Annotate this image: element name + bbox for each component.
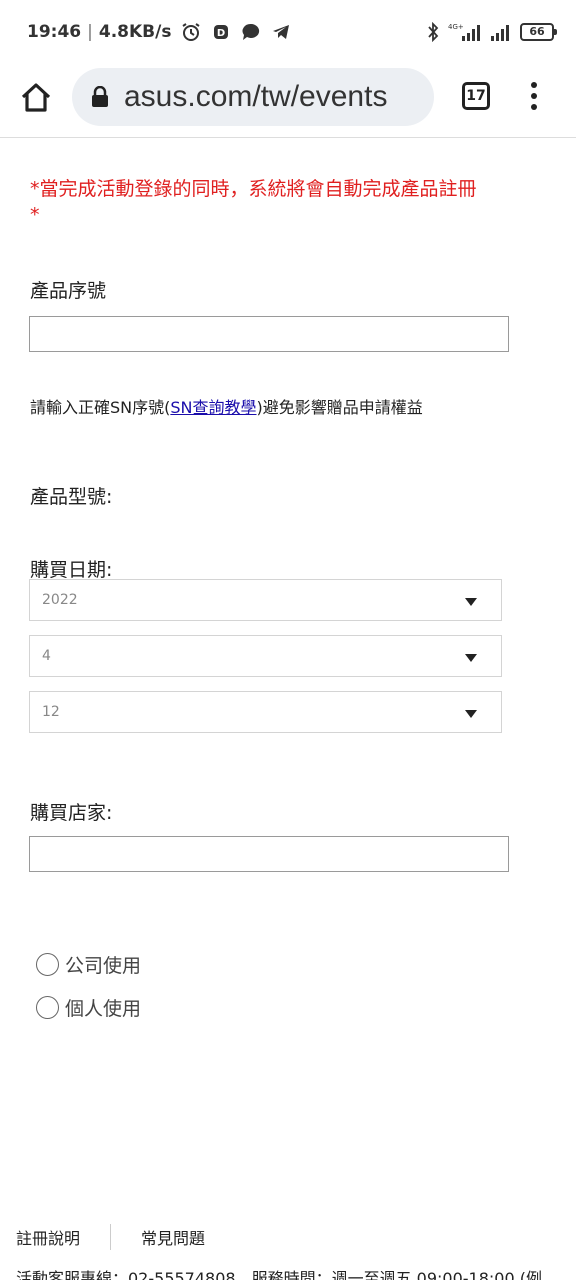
status-separator: | bbox=[87, 22, 93, 42]
notice-line-2: * bbox=[30, 204, 40, 226]
model-label: 產品型號: bbox=[30, 486, 113, 508]
sn-tutorial-link[interactable]: SN查詢教學 bbox=[170, 398, 256, 417]
address-bar[interactable]: asus.com/tw/events bbox=[72, 68, 434, 126]
network-type: 4G+ bbox=[448, 23, 464, 31]
serial-label: 產品序號 bbox=[30, 280, 107, 302]
year-value: 2022 bbox=[42, 592, 78, 608]
signal-icon-2 bbox=[491, 25, 509, 41]
store-input[interactable] bbox=[29, 836, 509, 872]
battery-icon: 66 bbox=[520, 23, 557, 41]
faq-link[interactable]: 常見問題 bbox=[141, 1225, 205, 1249]
usage-option-personal[interactable]: 個人使用 bbox=[36, 994, 141, 1021]
chevron-down-icon bbox=[465, 654, 477, 662]
month-select[interactable]: 4 bbox=[29, 635, 502, 677]
status-right: 4G+ 66 bbox=[426, 22, 557, 42]
status-speed: 4.8KB/s bbox=[98, 22, 172, 42]
radio-button[interactable] bbox=[36, 953, 59, 976]
status-left: 19:46 | 4.8KB/s D bbox=[27, 22, 291, 42]
home-icon[interactable] bbox=[18, 80, 54, 116]
serial-input[interactable] bbox=[29, 316, 509, 352]
radio-button[interactable] bbox=[36, 996, 59, 1019]
chevron-down-icon bbox=[465, 598, 477, 606]
url-text: asus.com/tw/events bbox=[124, 80, 388, 113]
serial-hint: 請輸入正確SN序號(SN查詢教學)避免影響贈品申請權益 bbox=[30, 394, 423, 418]
alarm-icon bbox=[182, 23, 200, 41]
svg-text:D: D bbox=[217, 28, 225, 39]
hint-text-after: )避免影響贈品申請權益 bbox=[256, 398, 423, 417]
bluetooth-icon bbox=[428, 22, 439, 42]
day-value: 12 bbox=[42, 704, 60, 720]
status-time: 19:46 bbox=[27, 22, 82, 42]
usage-option-label: 個人使用 bbox=[65, 998, 142, 1020]
year-select[interactable]: 2022 bbox=[29, 579, 502, 621]
footer-links: 註冊說明 常見問題 bbox=[16, 1224, 205, 1250]
notice-line-1: *當完成活動登錄的同時，系統將會自動完成產品註冊 bbox=[30, 178, 477, 200]
registration-notice: *當完成活動登錄的同時，系統將會自動完成產品註冊 * bbox=[30, 176, 530, 228]
browser-toolbar: asus.com/tw/events 17 bbox=[0, 66, 576, 138]
more-menu-icon[interactable] bbox=[524, 80, 544, 114]
customer-service-info: 活動客服專線：02-55574808，服務時間：週一至週五 09:00-18:0… bbox=[16, 1269, 542, 1280]
store-label: 購買店家: bbox=[30, 802, 113, 824]
usage-option-company[interactable]: 公司使用 bbox=[36, 951, 141, 978]
status-bar: 19:46 | 4.8KB/s D 4G+ 66 bbox=[0, 0, 576, 66]
chat-icon bbox=[242, 23, 260, 40]
usage-option-label: 公司使用 bbox=[65, 955, 142, 977]
register-guide-link[interactable]: 註冊說明 bbox=[16, 1225, 80, 1249]
footer-divider bbox=[110, 1224, 112, 1250]
chevron-down-icon bbox=[465, 710, 477, 718]
hint-text-before: 請輸入正確SN序號( bbox=[30, 398, 171, 417]
app-icon: D bbox=[214, 25, 229, 39]
signal-icon: 4G+ bbox=[448, 23, 480, 41]
month-value: 4 bbox=[42, 648, 51, 664]
telegram-icon bbox=[273, 25, 290, 39]
tab-switcher-button[interactable]: 17 bbox=[462, 82, 490, 110]
day-select[interactable]: 12 bbox=[29, 691, 502, 733]
purchase-date-label: 購買日期: bbox=[30, 559, 113, 581]
lock-icon bbox=[92, 86, 108, 107]
